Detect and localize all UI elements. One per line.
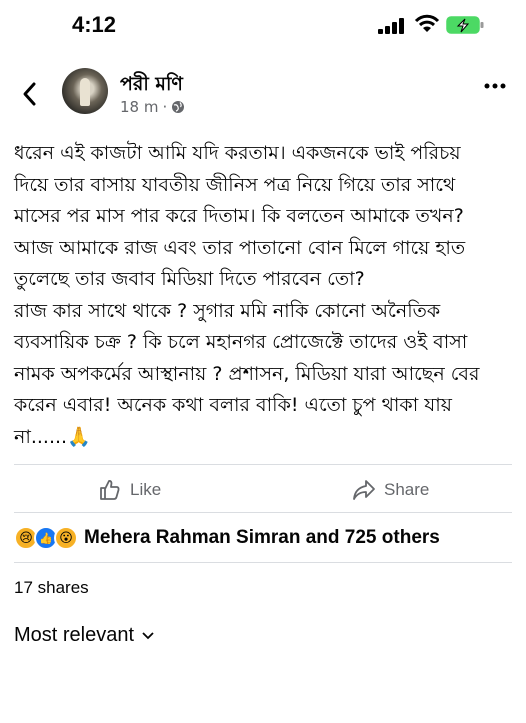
post-line: করেন এবার! অনেক কথা বলার বাকি! এতো চুপ থ… <box>14 394 452 416</box>
post-meta: 18 m · <box>120 98 185 116</box>
action-bar: Like Share <box>0 470 526 510</box>
post-line: দিয়ে তার বাসায় যাবতীয় জীনিস পত্র নিয়… <box>14 173 456 196</box>
reactions-summary[interactable]: 😢 👍 😮 Mehera Rahman Simran and 725 other… <box>14 522 440 554</box>
reactions-text: Mehera Rahman Simran and 725 others <box>84 527 440 548</box>
like-button[interactable]: Like <box>98 470 161 510</box>
share-button[interactable]: Share <box>352 470 429 510</box>
post-line: মাসের পর মাস পার করে দিতাম। কি বলতেন আমা… <box>14 205 464 227</box>
share-arrow-icon <box>353 480 375 500</box>
globe-icon <box>172 101 185 113</box>
more-options-icon[interactable] <box>484 82 506 90</box>
share-label: Share <box>384 480 430 499</box>
avatar[interactable] <box>62 68 108 114</box>
like-label: Like <box>130 480 162 499</box>
wow-reaction-icon: 😮 <box>54 526 78 550</box>
wifi-icon <box>414 14 440 32</box>
post-line: ব্যবসায়িক চক্র ? কি চলে মহানগর প্রোজেক্… <box>14 331 468 353</box>
post-line: তুলেছে তার জবাব মিডিয়া দিতে পারবেন তো? <box>14 268 365 290</box>
post-timestamp[interactable]: 18 m <box>120 98 158 116</box>
battery-charging-icon <box>446 16 484 34</box>
sort-dropdown[interactable]: Most relevant <box>14 624 154 647</box>
sort-label: Most relevant <box>14 624 135 646</box>
meta-separator: · <box>162 98 168 116</box>
post-line: না......🙏 <box>14 425 91 448</box>
post-header: পরী মণি 18 m · <box>0 60 526 130</box>
post-body: ধরেন এই কাজটা আমি যদি করতাম। একজনকে ভাই … <box>14 138 514 453</box>
post-line: রাজ কার সাথে থাকে ? সুগার মমি নাকি কোনো … <box>14 299 441 322</box>
divider <box>14 562 512 563</box>
divider <box>14 464 512 465</box>
post-line: আজ আমাকে রাজ এবং তার পাতানো বোন মিলে গায… <box>14 236 466 259</box>
status-bar: 4:12 <box>0 0 526 52</box>
thumbs-up-icon <box>100 480 120 500</box>
status-time: 4:12 <box>72 12 117 37</box>
divider <box>14 512 512 513</box>
post-line: ধরেন এই কাজটা আমি যদি করতাম। একজনকে ভাই … <box>14 142 461 164</box>
shares-count[interactable]: 17 shares <box>14 578 89 598</box>
back-arrow-icon[interactable] <box>18 80 42 108</box>
post-line: নামক অপকর্মের আস্থানায় ? প্রশাসন, মিডিয… <box>14 362 480 385</box>
cellular-signal-icon <box>378 18 408 34</box>
chevron-down-icon <box>142 631 154 639</box>
